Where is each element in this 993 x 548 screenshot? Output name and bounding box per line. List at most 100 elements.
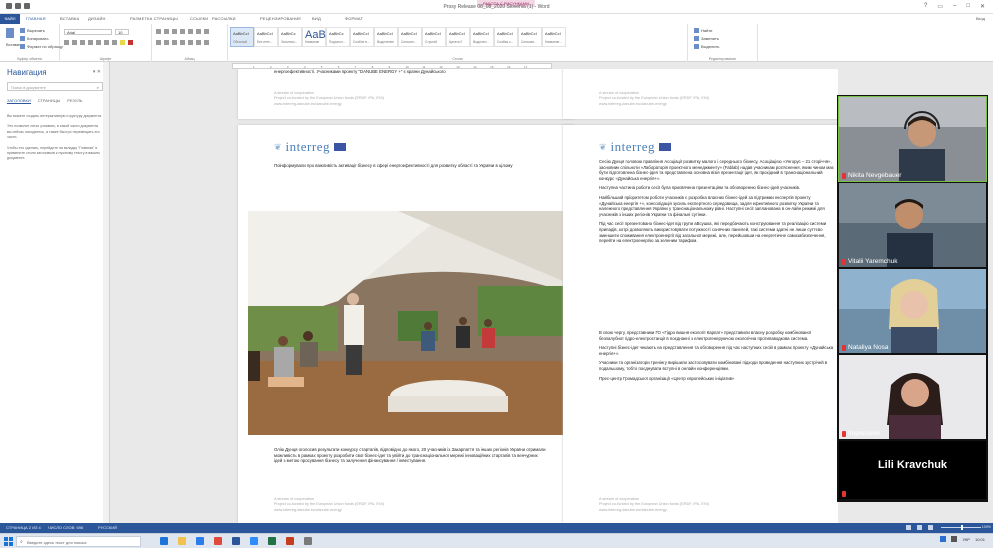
align-right-icon[interactable] [172,40,177,45]
subscript-icon[interactable] [96,40,101,45]
style-subtle-emphasis[interactable]: AaBbCcI Слабое в... [350,27,374,47]
zoom-level[interactable]: 100% [982,525,991,529]
font-color-icon[interactable] [128,40,133,45]
line-spacing-icon[interactable] [188,40,193,45]
style-no-spacing[interactable]: AaBbCcI Без инте... [254,27,278,47]
navigation-scrollbar[interactable] [103,62,109,523]
input-language[interactable]: УКР [962,537,970,542]
shading-icon[interactable] [196,40,201,45]
sort-icon[interactable] [196,29,201,34]
read-mode-icon[interactable] [906,525,911,530]
tab-review[interactable]: РЕЦЕНЗИРОВАНИЕ [260,16,301,21]
numbering-icon[interactable] [164,29,169,34]
taskbar-search-input[interactable]: ⌕ Введите здесь текст для поиска [16,536,141,547]
tab-results[interactable]: РЕЗУЛЬ [67,98,82,104]
style-intense-quote[interactable]: AaBbCcI Выделен... [470,27,494,47]
store-icon[interactable] [196,537,204,545]
paste-button[interactable] [6,28,16,38]
style-subtitle[interactable]: AaBbCc Подзагол... [326,27,350,47]
participant-tile[interactable]: Impression [839,355,986,439]
style-quote[interactable]: AaBbCcI Цитата 2 [446,27,470,47]
event-photo[interactable] [248,211,563,435]
bullets-icon[interactable] [156,29,161,34]
proofing-language[interactable]: РУССКИЙ [98,525,117,530]
tab-home[interactable]: ГЛАВНАЯ [26,16,46,21]
participant-tile[interactable]: Nataliya Nosa [839,269,986,353]
participant-tile[interactable]: Vitalii Yaremchuk [839,183,986,267]
windows-start-icon[interactable] [4,537,13,546]
increase-indent-icon[interactable] [188,29,193,34]
style-normal[interactable]: AaBbCcI Обычный [230,27,254,47]
ribbon-display-button[interactable]: ▭ [937,3,943,10]
superscript-icon[interactable] [104,40,109,45]
page-1-bottom[interactable]: енергоефективності. Учасниками проекту "… [238,69,574,119]
clock[interactable]: 10:01 [975,537,985,542]
participant-tile-no-video[interactable]: Lili Kravchuk [839,441,986,499]
page-count[interactable]: СТРАНИЦА 2 ИЗ 4 [6,525,41,530]
app-icon[interactable] [304,537,312,545]
replace-button[interactable]: Заменить [694,36,719,42]
decrease-indent-icon[interactable] [180,29,185,34]
strikethrough-icon[interactable] [88,40,93,45]
word-icon[interactable] [232,537,240,545]
align-left-icon[interactable] [156,40,161,45]
find-button[interactable]: Найти [694,28,712,34]
justify-icon[interactable] [180,40,185,45]
underline-icon[interactable] [80,40,85,45]
sign-in-link[interactable]: Вход [976,16,985,21]
maximize-button[interactable]: □ [966,3,970,10]
tab-references[interactable]: ССЫЛКИ [190,16,208,21]
font-name-select[interactable]: Arial [64,29,112,35]
style-intense-reference[interactable]: AaBbCcI Сильная... [518,27,542,47]
zoom-slider-handle[interactable] [961,525,963,530]
navigation-close-button[interactable]: ▾ ✕ [93,69,101,75]
tab-headings[interactable]: ЗАГОЛОВКИ [7,98,31,104]
document-area[interactable]: енергоефективності. Учасниками проекту "… [110,69,838,523]
bold-icon[interactable] [64,40,69,45]
format-painter-button[interactable]: Формат по образцу [20,44,63,50]
tab-layout[interactable]: РАЗМЕТКА СТРАНИЦЫ [130,16,178,21]
highlight-icon[interactable] [120,40,125,45]
zoom-icon[interactable] [250,537,258,545]
font-size-select[interactable]: 10 [115,29,129,35]
network-icon[interactable] [940,536,947,542]
minimize-button[interactable]: – [953,3,956,10]
page-1b-bottom[interactable]: A stream of cooperation Project co-funde… [563,69,838,119]
style-heading-1[interactable]: AaBbCc Заголово... [278,27,302,47]
copy-button[interactable]: Копировать [20,36,49,42]
tab-mailings[interactable]: РАССЫЛКИ [212,16,236,21]
tab-view[interactable]: ВИД [312,16,321,21]
edge-icon[interactable] [160,537,168,545]
excel-icon[interactable] [268,537,276,545]
search-icon[interactable]: ⌕ [97,85,99,90]
style-subtle-reference[interactable]: AaBbCcI Слабая с... [494,27,518,47]
cut-button[interactable]: Вырезать [20,28,45,34]
italic-icon[interactable] [72,40,77,45]
tab-pages[interactable]: СТРАНИЦЫ [38,98,61,104]
borders-icon[interactable] [204,40,209,45]
close-button[interactable]: ✕ [980,3,985,10]
help-button[interactable]: ? [924,3,927,10]
page-3[interactable]: ❦ interreg Сесію Дунця головою правління… [563,125,838,523]
page-2[interactable]: ❦ interreg Поінформували про важливість … [238,125,574,523]
participant-tile[interactable]: Nikita Nevgebauer [838,96,987,182]
tab-design[interactable]: ДИЗАЙН [88,16,106,21]
text-effects-icon[interactable] [112,40,117,45]
print-layout-icon[interactable] [917,525,922,530]
multilevel-list-icon[interactable] [172,29,177,34]
style-emphasis[interactable]: AaBbCcI Выделение [374,27,398,47]
tab-file[interactable]: ФАЙЛ [0,14,20,24]
select-button[interactable]: Выделить [694,44,719,50]
align-center-icon[interactable] [164,40,169,45]
tab-insert[interactable]: ВСТАВКА [60,16,79,21]
chrome-icon[interactable] [214,537,222,545]
navigation-search-input[interactable]: Поиск в документе ⌕ [7,82,103,91]
style-intense-emphasis[interactable]: AaBbCcI Сильное... [398,27,422,47]
style-title[interactable]: AaB Название [302,27,326,47]
volume-icon[interactable] [951,536,958,542]
style-book-title[interactable]: AaBbCcI Название... [542,27,566,47]
pilcrow-icon[interactable] [204,29,209,34]
style-strong[interactable]: AaBbCcI Строгий [422,27,446,47]
powerpoint-icon[interactable] [286,537,294,545]
file-explorer-icon[interactable] [178,537,186,545]
